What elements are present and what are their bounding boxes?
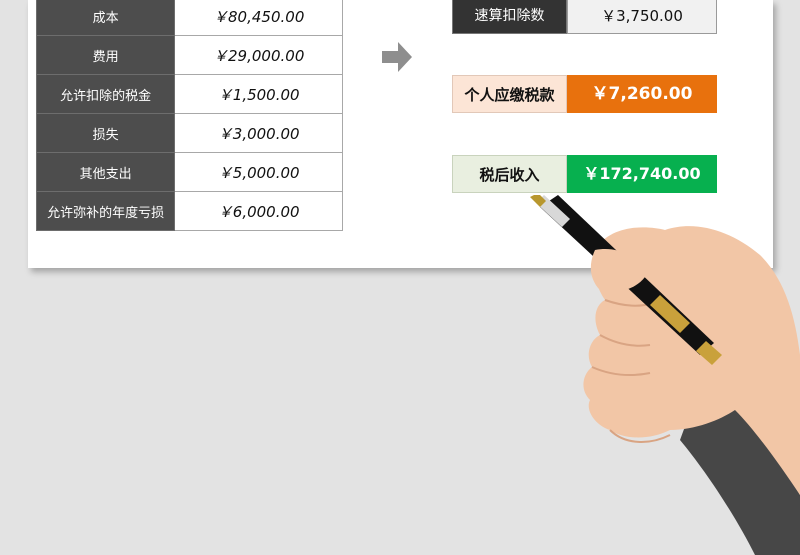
- table-row: 允许扣除的税金 ￥1,500.00: [35, 74, 343, 114]
- table-row: 允许弥补的年度亏损 ￥6,000.00: [35, 191, 343, 231]
- after-tax-income-label: 税后收入: [452, 155, 567, 193]
- hand-with-pen-icon: [530, 195, 800, 555]
- table-row: 费用 ￥29,000.00: [35, 35, 343, 75]
- row-label: 损失: [35, 113, 176, 153]
- row-value[interactable]: ￥80,450.00: [174, 0, 343, 36]
- row-label: 成本: [35, 0, 176, 36]
- row-value[interactable]: ￥29,000.00: [174, 35, 343, 75]
- row-label: 费用: [35, 35, 176, 75]
- quick-deduction-value[interactable]: ￥3,750.00: [567, 0, 717, 34]
- deductions-table: 成本 ￥80,450.00 费用 ￥29,000.00 允许扣除的税金 ￥1,5…: [35, 0, 343, 231]
- row-value[interactable]: ￥6,000.00: [174, 191, 343, 231]
- row-label: 允许弥补的年度亏损: [35, 191, 176, 231]
- arrow-right-icon: [382, 42, 412, 72]
- row-value[interactable]: ￥3,000.00: [174, 113, 343, 153]
- table-row: 成本 ￥80,450.00: [35, 0, 343, 36]
- tax-payable-label: 个人应缴税款: [452, 75, 567, 113]
- row-value[interactable]: ￥5,000.00: [174, 152, 343, 192]
- quick-deduction-label: 速算扣除数: [452, 0, 567, 34]
- row-label: 其他支出: [35, 152, 176, 192]
- tax-payable-value[interactable]: ￥7,260.00: [567, 75, 717, 113]
- row-value[interactable]: ￥1,500.00: [174, 74, 343, 114]
- after-tax-income-value[interactable]: ￥172,740.00: [567, 155, 717, 193]
- table-row: 其他支出 ￥5,000.00: [35, 152, 343, 192]
- table-row: 损失 ￥3,000.00: [35, 113, 343, 153]
- row-label: 允许扣除的税金: [35, 74, 176, 114]
